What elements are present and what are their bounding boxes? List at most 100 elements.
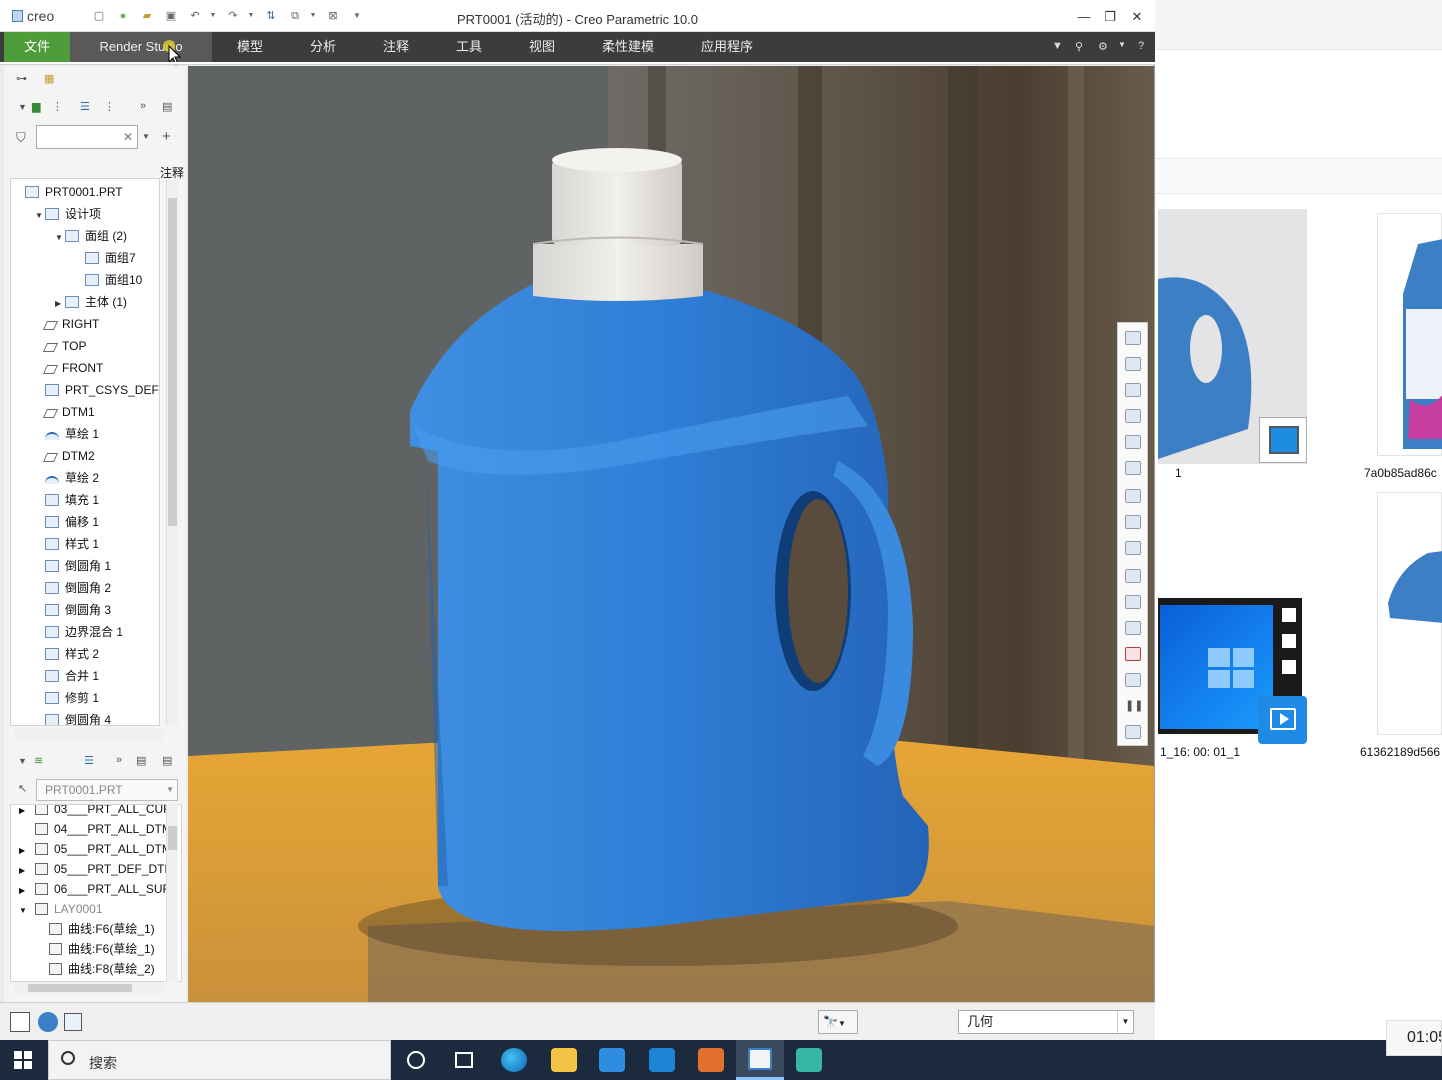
expand-open-icon[interactable]: ▼	[19, 901, 35, 921]
selection-filter-select[interactable]: 几何 ▼	[958, 1010, 1134, 1034]
filter-dropdown-icon[interactable]: ▼	[1117, 1011, 1133, 1033]
tree-item[interactable]: 面组10	[75, 269, 142, 291]
filter-icon[interactable]: ⛉	[16, 130, 26, 146]
zoom-in-icon[interactable]	[1125, 357, 1141, 371]
minimize-icon[interactable]: —	[1073, 6, 1095, 28]
tree-item[interactable]: DTM2	[35, 445, 95, 467]
graphics-viewport[interactable]	[188, 66, 1154, 1002]
layer-more-icon[interactable]: »	[116, 754, 122, 766]
display-style-icon[interactable]	[1125, 435, 1141, 449]
media-app-icon[interactable]	[698, 1048, 724, 1072]
tree-collapse-icon[interactable]: ▼	[18, 102, 27, 112]
layer-item[interactable]: ▶ 06___PRT_ALL_SUR	[19, 879, 171, 899]
scroll-thumb[interactable]	[168, 198, 177, 526]
tab-tools[interactable]: 工具	[441, 32, 497, 62]
layer-item[interactable]: 曲线:F6(草绘_1)	[49, 919, 155, 939]
tree-item[interactable]: RIGHT	[35, 313, 99, 335]
layer-model-selector[interactable]: PRT0001.PRT ▼	[36, 779, 178, 801]
layer-item[interactable]: 04___PRT_ALL_DTM	[19, 819, 172, 839]
tab-render-studio[interactable]: Render Studio	[70, 32, 212, 62]
tree-item[interactable]: ▼ 面组 (2)	[55, 225, 127, 247]
tab-file[interactable]: 文件	[4, 32, 70, 62]
settings-icon[interactable]: ⚙	[1098, 40, 1108, 53]
tree-item[interactable]: 草绘 1	[35, 423, 99, 445]
tab-view[interactable]: 视图	[514, 32, 570, 62]
browser-icon[interactable]	[38, 1012, 58, 1032]
tree-item[interactable]: 合并 1	[35, 665, 99, 687]
expand-closed-icon[interactable]: ▶	[19, 881, 35, 901]
expand-closed-icon[interactable]: ▶	[19, 861, 35, 881]
refit-icon[interactable]	[1125, 331, 1141, 345]
model-tree-icon[interactable]: ▆	[32, 100, 40, 113]
layer-collapse-icon[interactable]: ▼	[18, 756, 27, 766]
tree-item[interactable]: 填充 1	[35, 489, 99, 511]
tree-item[interactable]: 样式 2	[35, 643, 99, 665]
tab-flexible-modeling[interactable]: 柔性建模	[592, 32, 664, 62]
tree-item[interactable]: 草绘 2	[35, 467, 99, 489]
view-manager-icon[interactable]	[1125, 489, 1141, 503]
clear-search-icon[interactable]: ✕	[123, 130, 133, 144]
search-dropdown-icon[interactable]: ▼	[142, 132, 150, 141]
ribbon-minimize-icon[interactable]: ▼	[1052, 40, 1063, 52]
show-navigator-icon[interactable]	[10, 1012, 30, 1032]
layers-icon[interactable]: ≋	[34, 754, 43, 767]
expand-open-icon[interactable]: ▼	[35, 205, 45, 227]
tree-settings-icon[interactable]: ⋮	[52, 100, 63, 113]
tree-columns-icon[interactable]: ☰	[80, 100, 90, 113]
section-icon[interactable]	[1125, 647, 1141, 661]
tree-item[interactable]: 倒圆角 2	[35, 577, 111, 599]
tree-item[interactable]: 偏移 1	[35, 511, 99, 533]
close-icon[interactable]: ✕	[1126, 6, 1148, 28]
help-icon[interactable]: ?	[1138, 40, 1144, 52]
tab-annotate[interactable]: 注释	[368, 32, 424, 62]
datum-display-icon[interactable]	[1125, 569, 1141, 583]
layer-item[interactable]: ▶ 03___PRT_ALL_CUR	[19, 805, 172, 819]
perspective-icon[interactable]	[1125, 515, 1141, 529]
named-views-icon[interactable]	[1125, 541, 1141, 555]
tree-search-input[interactable]: ✕	[36, 125, 138, 149]
mail-icon[interactable]	[649, 1048, 675, 1072]
settings-dropdown-icon[interactable]: ▼	[1118, 40, 1126, 49]
spin-center-icon[interactable]	[1125, 595, 1141, 609]
expand-closed-icon[interactable]: ▶	[55, 293, 65, 315]
annotation-display-icon[interactable]	[1125, 621, 1141, 635]
task-view-icon[interactable]	[455, 1052, 473, 1068]
layer-item[interactable]: ▼ LAY0001	[19, 899, 103, 919]
tree-item[interactable]: PRT0001.PRT	[15, 181, 123, 203]
pause-icon[interactable]: ❚❚	[1125, 699, 1143, 713]
tree-item[interactable]: 样式 1	[35, 533, 99, 555]
layer-columns-icon[interactable]: ☰	[84, 754, 94, 767]
appearance-icon[interactable]	[1125, 673, 1141, 687]
thumbnail-bottle-2[interactable]	[1377, 213, 1442, 456]
tree-item[interactable]: ▶ 主体 (1)	[55, 291, 127, 313]
creo-taskbar-icon[interactable]	[736, 1040, 784, 1080]
layer-item[interactable]: ▶ 05___PRT_ALL_DTM	[19, 839, 172, 859]
tree-options-icon[interactable]: ▤	[162, 100, 172, 113]
command-search-icon[interactable]: ⚲	[1075, 40, 1083, 53]
layer-item[interactable]: 曲线:F6(草绘_1)	[49, 939, 155, 959]
select-pointer-icon[interactable]: ↖	[18, 782, 27, 795]
folder-browser-tab-icon[interactable]: ▦	[44, 72, 54, 85]
file-explorer-icon[interactable]	[551, 1048, 577, 1072]
taskbar-search-box[interactable]: 搜索	[48, 1040, 391, 1080]
tree-item[interactable]: ▼ 设计项	[35, 203, 101, 225]
tree-item[interactable]: 面组7	[75, 247, 136, 269]
find-icon[interactable]: 🔭▼	[818, 1010, 858, 1034]
expand-closed-icon[interactable]: ▶	[19, 841, 35, 861]
tree-item[interactable]: TOP	[35, 335, 86, 357]
layer-settings-icon[interactable]: ▤	[162, 754, 172, 767]
saved-orientations-icon[interactable]	[1125, 461, 1141, 475]
model-tree-hscrollbar[interactable]	[14, 728, 164, 740]
tab-analysis[interactable]: 分析	[295, 32, 351, 62]
maximize-icon[interactable]: ❐	[1099, 6, 1121, 28]
scroll-thumb[interactable]	[168, 826, 177, 850]
selector-dropdown-icon[interactable]: ▼	[166, 780, 174, 800]
fullscreen-icon[interactable]	[64, 1013, 82, 1031]
layer-item[interactable]: 曲线:F8(草绘_2)	[49, 959, 155, 979]
more-icon[interactable]: »	[140, 100, 146, 112]
tree-filters-icon[interactable]: ⋮	[104, 100, 115, 113]
tree-item[interactable]: 边界混合 1	[35, 621, 123, 643]
tree-item[interactable]: 倒圆角 1	[35, 555, 111, 577]
app-icon[interactable]	[796, 1048, 822, 1072]
layer-item[interactable]: ▶ 05___PRT_DEF_DTM	[19, 859, 175, 879]
